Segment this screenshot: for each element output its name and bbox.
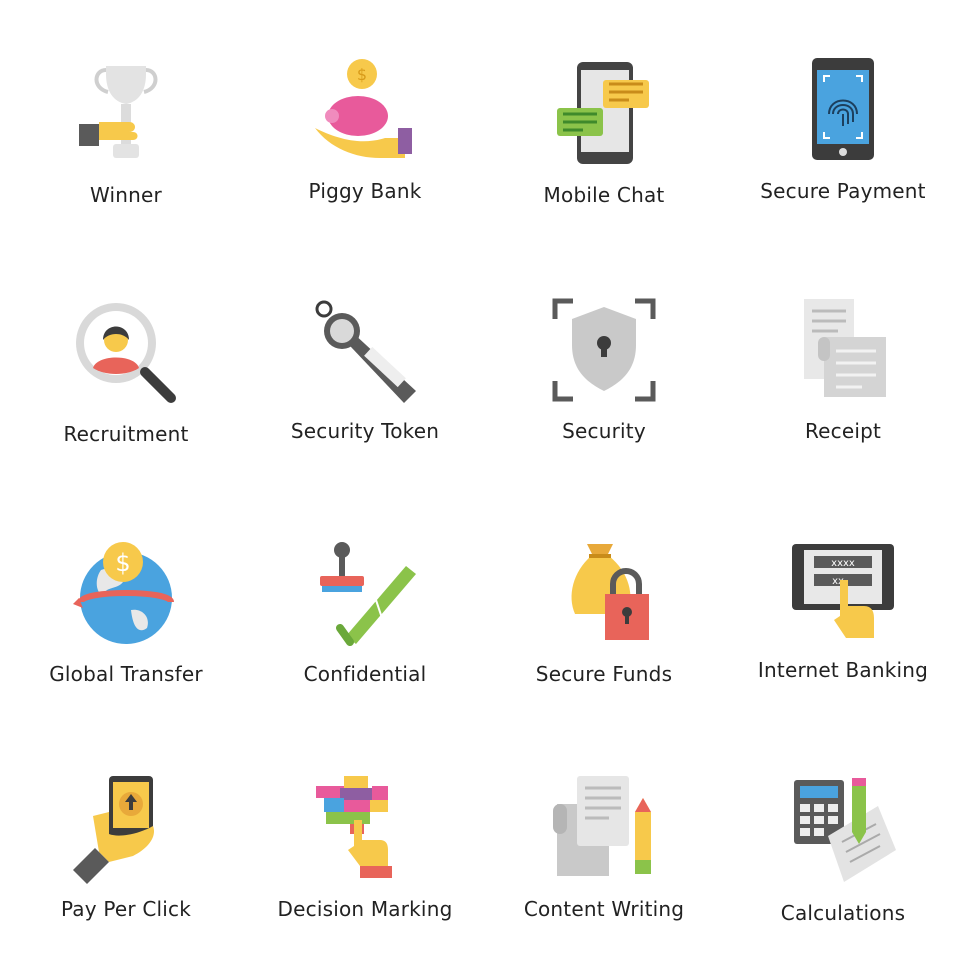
icon-tile-secure-funds: Secure Funds [484, 480, 724, 720]
icon-tile-secure-payment: Secure Payment [723, 0, 963, 240]
icon-label: Confidential [303, 662, 427, 686]
icon-label: Recruitment [63, 422, 189, 446]
puzzle-hand-icon [316, 776, 392, 878]
icon-label: Secure Funds [535, 662, 673, 686]
icon-label: Security [562, 419, 646, 443]
icon-tile-decision-marking: Decision Marking [245, 720, 485, 960]
icon-tile-pay-per-click: Pay Per Click [6, 720, 246, 960]
document-pencil-icon [553, 776, 651, 876]
svg-text:$: $ [357, 65, 367, 84]
piggy-bank-icon: $ [315, 59, 412, 158]
svg-text:xxxx: xxxx [831, 558, 855, 569]
money-bag-lock-icon [571, 544, 649, 640]
icon-label: Global Transfer [49, 662, 203, 686]
icon-tile-security-token: Security Token [245, 240, 485, 480]
icon-label: Mobile Chat [543, 183, 665, 207]
magnifier-person-icon [76, 303, 176, 403]
icon-tile-recruitment: Recruitment [6, 240, 246, 480]
trophy-icon [79, 66, 158, 158]
fingerprint-phone-icon [812, 58, 874, 160]
icon-tile-receipt: Receipt [723, 240, 963, 480]
stamp-scroll-icon [320, 542, 416, 646]
icon-tile-global-transfer: $ Global Transfer [6, 480, 246, 720]
icon-tile-internet-banking: xxxx xx Internet Banking [723, 480, 963, 720]
icon-label: Decision Marking [277, 897, 453, 921]
icon-tile-security: Security [484, 240, 724, 480]
icon-label: Calculations [780, 901, 906, 925]
receipt-icon [804, 299, 886, 397]
svg-text:$: $ [115, 549, 130, 577]
icon-label: Receipt [804, 419, 882, 443]
icon-tile-content-writing: Content Writing [484, 720, 724, 960]
icon-tile-winner: Winner [6, 0, 246, 240]
calculator-pencil-icon [794, 778, 896, 882]
globe-dollar-icon: $ [73, 542, 174, 644]
icon-tile-confidential: Confidential [245, 480, 485, 720]
icon-tile-calculations: Calculations [723, 720, 963, 960]
hand-phone-click-icon [73, 776, 155, 884]
mobile-chat-icon [557, 62, 649, 164]
icon-tile-mobile-chat: Mobile Chat [484, 0, 724, 240]
icon-label: Piggy Bank [308, 179, 422, 203]
icon-label: Security Token [290, 419, 440, 443]
security-token-icon [315, 300, 416, 403]
icon-tile-piggy-bank: $ Piggy Bank [245, 0, 485, 240]
icon-label: Content Writing [523, 897, 685, 921]
icon-label: Secure Payment [760, 179, 926, 203]
icon-label: Winner [90, 183, 162, 207]
shield-lock-icon [552, 298, 656, 402]
icon-label: Pay Per Click [60, 897, 192, 921]
icon-label: Internet Banking [757, 658, 929, 682]
tablet-password-icon: xxxx xx [792, 544, 894, 638]
